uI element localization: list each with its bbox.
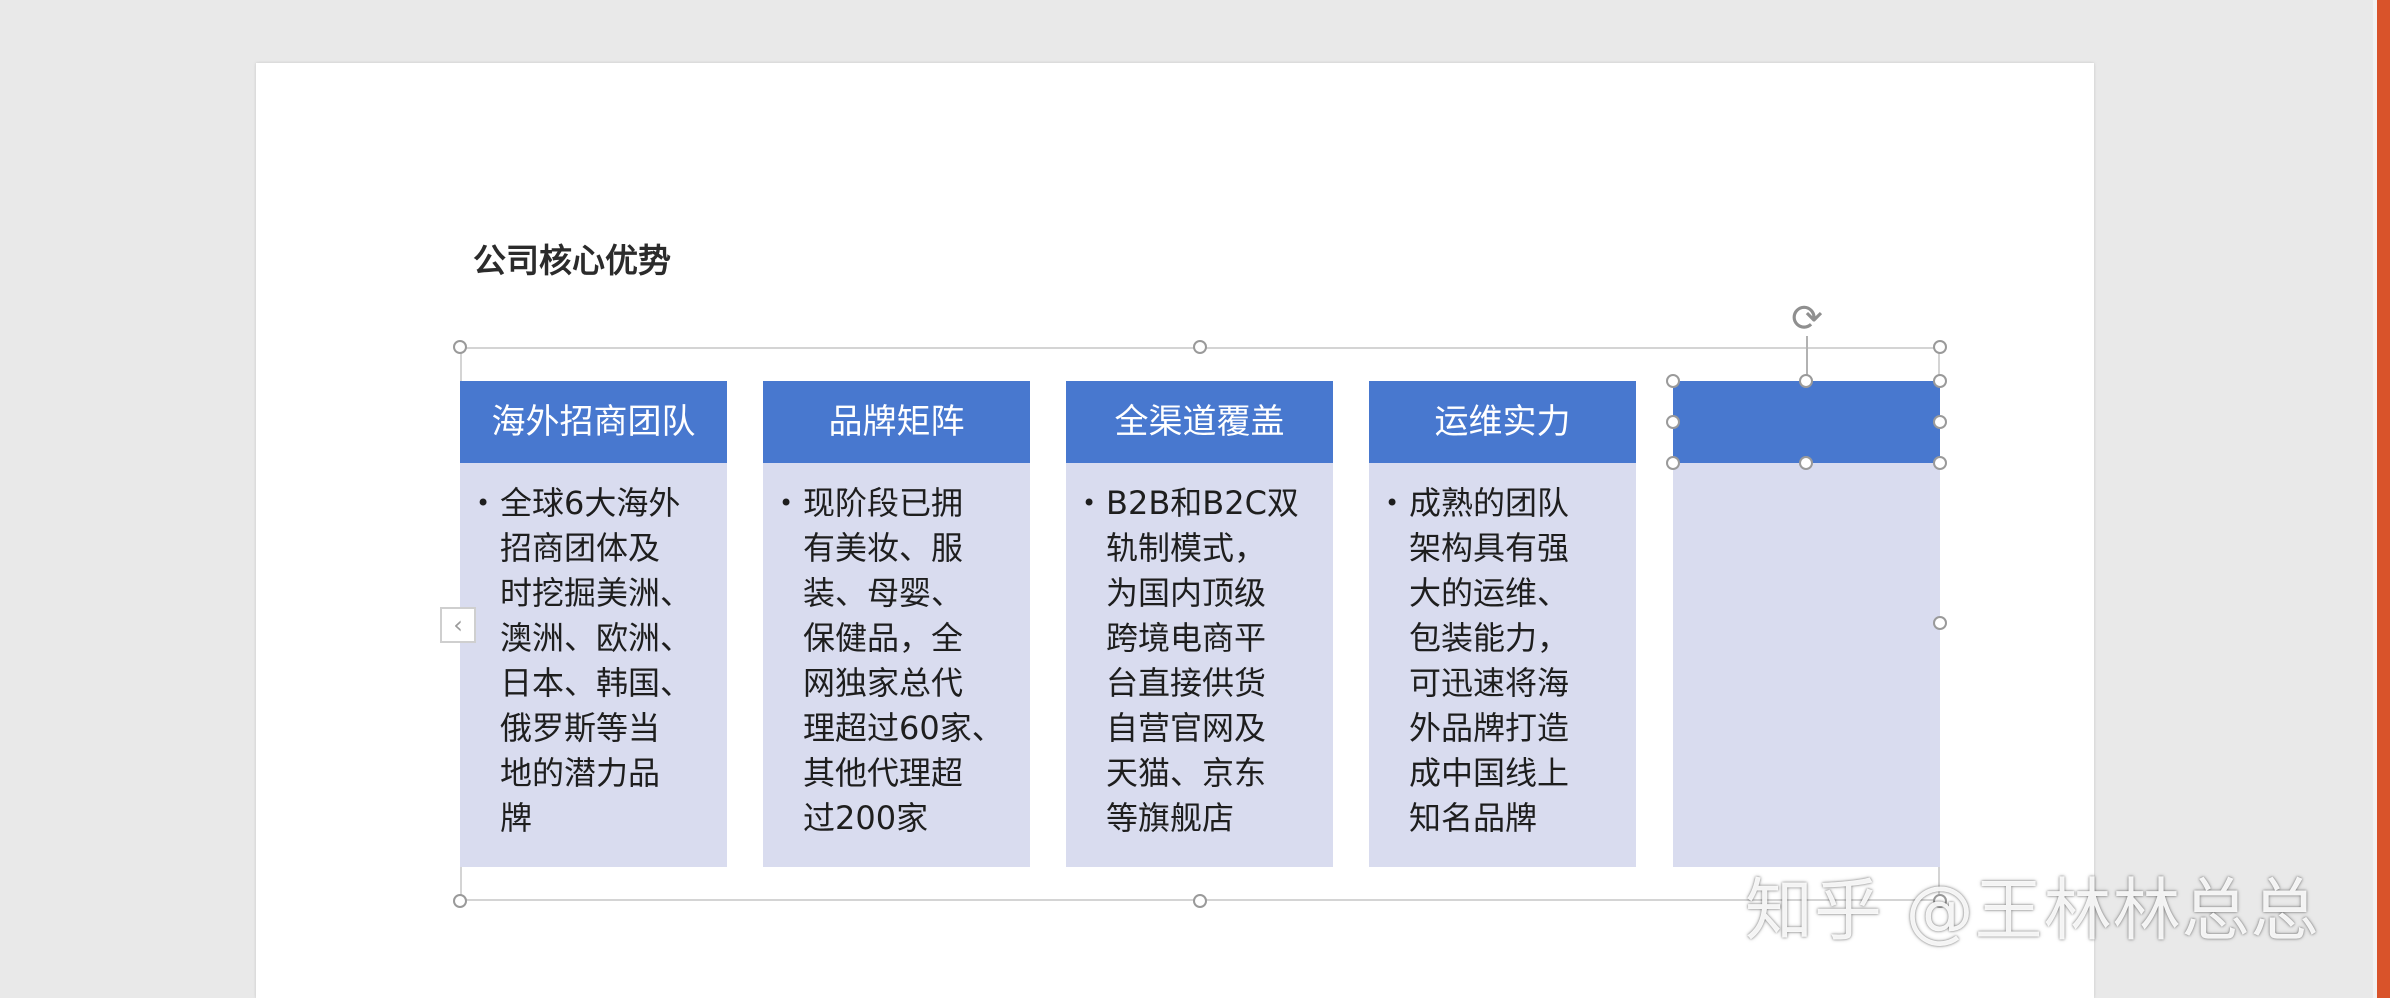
card-body-text[interactable]: 全球6大海外 招商团体及 时挖掘美洲、 澳洲、欧洲、 日本、韩国、 俄罗斯等当 … <box>500 481 713 841</box>
card-header[interactable]: 全渠道覆盖 <box>1066 381 1333 463</box>
resize-handle-bottom-center[interactable] <box>1193 894 1207 908</box>
card-header[interactable]: 海外招商团队 <box>460 381 727 463</box>
card-body[interactable]: • 现阶段已拥 有美妆、服 装、母婴、 保健品，全 网独家总代 理超过60家、 … <box>763 481 1030 841</box>
resize-handle-top-center[interactable] <box>1193 340 1207 354</box>
shape-handle-top-left[interactable] <box>1666 374 1680 388</box>
card-body-text[interactable]: B2B和B2C双 轨制模式， 为国内顶级 跨境电商平 台直接供货 自营官网及 天… <box>1106 481 1319 841</box>
card-header[interactable]: 运维实力 <box>1369 381 1636 463</box>
chevron-left-icon: ‹ <box>453 611 463 639</box>
bullet-icon: • <box>476 489 491 517</box>
shape-handle-bottom-right[interactable] <box>1933 456 1947 470</box>
window-accent-edge <box>2377 0 2390 998</box>
resize-handle-top-left[interactable] <box>453 340 467 354</box>
resize-handle-top-right[interactable] <box>1933 340 1947 354</box>
shape-handle-middle-left[interactable] <box>1666 415 1680 429</box>
card-body-text[interactable]: 现阶段已拥 有美妆、服 装、母婴、 保健品，全 网独家总代 理超过60家、 其他… <box>803 481 1016 841</box>
rotate-icon[interactable]: ⟳ <box>1787 298 1827 338</box>
shape-handle-bottom-center[interactable] <box>1799 456 1813 470</box>
shape-handle-top-center[interactable] <box>1799 374 1813 388</box>
card-overseas-team[interactable]: 海外招商团队 • 全球6大海外 招商团体及 时挖掘美洲、 澳洲、欧洲、 日本、韩… <box>460 381 727 867</box>
card-operations[interactable]: 运维实力 • 成熟的团队 架构具有强 大的运维、 包装能力， 可迅速将海 外品牌… <box>1369 381 1636 867</box>
card-body[interactable]: • B2B和B2C双 轨制模式， 为国内顶级 跨境电商平 台直接供货 自营官网及… <box>1066 481 1333 841</box>
resize-handle-middle-right[interactable] <box>1933 616 1947 630</box>
shape-handle-bottom-left[interactable] <box>1666 456 1680 470</box>
card-empty-selected[interactable] <box>1673 381 1940 867</box>
text-pane-toggle-button[interactable]: ‹ <box>440 607 476 643</box>
card-body[interactable]: • 全球6大海外 招商团体及 时挖掘美洲、 澳洲、欧洲、 日本、韩国、 俄罗斯等… <box>460 481 727 841</box>
card-omnichannel[interactable]: 全渠道覆盖 • B2B和B2C双 轨制模式， 为国内顶级 跨境电商平 台直接供货… <box>1066 381 1333 867</box>
card-header-selected[interactable] <box>1673 381 1940 463</box>
card-body-text[interactable]: 成熟的团队 架构具有强 大的运维、 包装能力， 可迅速将海 外品牌打造 成中国线… <box>1409 481 1622 841</box>
card-header[interactable]: 品牌矩阵 <box>763 381 1030 463</box>
shape-handle-middle-right[interactable] <box>1933 415 1947 429</box>
bullet-icon: • <box>779 489 794 517</box>
shape-handle-top-right[interactable] <box>1933 374 1947 388</box>
bullet-icon: • <box>1385 489 1400 517</box>
bullet-icon: • <box>1082 489 1097 517</box>
watermark: 知乎 @王林林总总 <box>1745 872 2320 951</box>
card-body[interactable]: • 成熟的团队 架构具有强 大的运维、 包装能力， 可迅速将海 外品牌打造 成中… <box>1369 481 1636 841</box>
card-brand-matrix[interactable]: 品牌矩阵 • 现阶段已拥 有美妆、服 装、母婴、 保健品，全 网独家总代 理超过… <box>763 381 1030 867</box>
slide-title[interactable]: 公司核心优势 <box>473 234 671 282</box>
resize-handle-bottom-left[interactable] <box>453 894 467 908</box>
